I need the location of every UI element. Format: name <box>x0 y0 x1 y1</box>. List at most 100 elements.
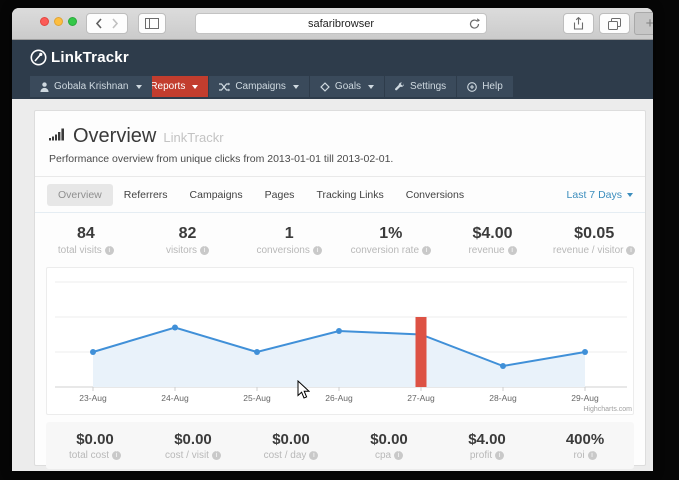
stat-roi: 400% roi <box>536 431 634 461</box>
stat-label: revenue <box>442 245 544 256</box>
zoom-window-button[interactable] <box>68 17 77 26</box>
tab-pages[interactable]: Pages <box>254 184 306 206</box>
stat-value: 84 <box>35 225 137 243</box>
tabs-overview-icon <box>608 18 621 30</box>
address-bar[interactable]: safaribrowser <box>195 13 487 34</box>
stat-label: cpa <box>340 450 438 461</box>
stat-total-cost: $0.00 total cost <box>46 431 144 461</box>
chevron-down-icon <box>627 193 633 197</box>
stat-value: $0.00 <box>144 431 242 448</box>
bottom-stats-row: $0.00total cost $0.00cost / visit $0.00c… <box>46 422 634 469</box>
stat-total-visits: 84 total visits <box>35 225 137 256</box>
info-icon[interactable] <box>309 451 318 460</box>
stat-value: 1 <box>238 225 340 243</box>
stat-cost-visit: $0.00 cost / visit <box>144 431 242 461</box>
page-content: Overview LinkTrackr Performance overview… <box>12 102 653 471</box>
stat-label: cost / visit <box>144 450 242 461</box>
sidebar-toggle-button[interactable] <box>138 13 166 34</box>
stat-visitors: 82 visitors <box>137 225 239 256</box>
stat-label: roi <box>536 450 634 461</box>
svg-text:28-Aug: 28-Aug <box>489 393 517 403</box>
stat-cpa: $0.00 cpa <box>340 431 438 461</box>
stat-revenue-visitor: $0.05revenue / visitor <box>543 225 645 256</box>
svg-text:Highcharts.com: Highcharts.com <box>583 406 632 413</box>
stat-value: $0.00 <box>46 431 144 448</box>
share-icon <box>573 17 584 30</box>
stat-revenue: $4.00revenue <box>442 225 544 256</box>
reload-icon[interactable] <box>469 18 480 30</box>
overview-card: Overview LinkTrackr Performance overview… <box>34 110 646 466</box>
share-button[interactable] <box>563 13 594 34</box>
stat-value: $0.00 <box>340 431 438 448</box>
new-tab-button[interactable] <box>634 12 653 35</box>
stat-label: total visits <box>35 245 137 256</box>
info-icon[interactable] <box>394 451 403 460</box>
minimize-window-button[interactable] <box>54 17 63 26</box>
stat-label: profit <box>438 450 536 461</box>
top-stats-row: 84 total visits 82 visitors 1 conversions 1… <box>35 213 645 267</box>
stat-label: cost / day <box>242 450 340 461</box>
page-subtitle: Performance overview from unique clicks … <box>49 153 631 165</box>
stat-value: 82 <box>137 225 239 243</box>
stat-value: 400% <box>536 431 634 448</box>
svg-text:24-Aug: 24-Aug <box>161 393 189 403</box>
app-logo[interactable]: LinkTrackr <box>30 49 129 66</box>
info-icon[interactable] <box>508 246 517 255</box>
stat-conversions: 1 conversions <box>238 225 340 256</box>
user-menu[interactable]: Gobala Krishnan <box>30 76 152 97</box>
forward-icon[interactable] <box>111 18 119 29</box>
mouse-cursor <box>297 380 310 399</box>
stat-value: $0.05 <box>543 225 645 243</box>
info-icon[interactable] <box>495 451 504 460</box>
stat-label: conversion rate <box>340 245 442 256</box>
window-controls <box>40 17 77 26</box>
svg-text:27-Aug: 27-Aug <box>407 393 435 403</box>
screenshot-frame: safaribrowser LinkTrackr LinkTrackr <box>0 0 679 480</box>
tab-campaigns[interactable]: Campaigns <box>179 184 254 206</box>
stat-cost-day: $0.00 cost / day <box>242 431 340 461</box>
info-icon[interactable] <box>200 246 209 255</box>
report-tabs: Overview Referrers Campaigns Pages Track… <box>35 177 645 213</box>
tab-conversions[interactable]: Conversions <box>395 184 475 206</box>
address-bar-text: safaribrowser <box>308 18 374 30</box>
svg-text:26-Aug: 26-Aug <box>325 393 353 403</box>
back-icon[interactable] <box>95 18 103 29</box>
info-icon[interactable] <box>588 451 597 460</box>
browser-titlebar: safaribrowser <box>12 8 653 40</box>
chevron-down-icon <box>136 85 142 89</box>
date-range-dropdown[interactable]: Last 7 Days <box>567 189 633 201</box>
info-icon[interactable] <box>112 451 121 460</box>
svg-text:29-Aug: 29-Aug <box>571 393 599 403</box>
user-name: Gobala Krishnan <box>54 81 129 92</box>
visits-chart-panel: 23-Aug24-Aug25-Aug26-Aug27-Aug28-Aug29-A… <box>46 267 634 415</box>
user-icon <box>40 82 49 92</box>
stat-label: total cost <box>46 450 144 461</box>
info-icon[interactable] <box>105 246 114 255</box>
info-icon[interactable] <box>626 246 635 255</box>
browser-window: safaribrowser LinkTrackr LinkTrackr <box>12 8 653 471</box>
page-header: Overview LinkTrackr Performance overview… <box>35 111 645 177</box>
stat-value: 1% <box>340 225 442 243</box>
user-nav: Gobala Krishnan <box>30 76 641 97</box>
tab-referrers[interactable]: Referrers <box>113 184 179 206</box>
tab-overview[interactable]: Overview <box>47 184 113 206</box>
stat-label: visitors <box>137 245 239 256</box>
linktrackr-logo-icon <box>30 49 47 66</box>
page-title: Overview <box>73 125 156 148</box>
sidebar-icon <box>145 18 159 29</box>
stat-value: $0.00 <box>242 431 340 448</box>
page-title-suffix: LinkTrackr <box>163 130 223 145</box>
stat-label: conversions <box>238 245 340 256</box>
show-tabs-button[interactable] <box>599 13 630 34</box>
visits-chart[interactable]: 23-Aug24-Aug25-Aug26-Aug27-Aug28-Aug29-A… <box>47 268 635 414</box>
report-bars-icon <box>49 127 66 142</box>
close-window-button[interactable] <box>40 17 49 26</box>
history-nav-buttons <box>86 13 128 34</box>
stat-value: $4.00 <box>438 431 536 448</box>
date-range-label: Last 7 Days <box>567 189 622 201</box>
info-icon[interactable] <box>212 451 221 460</box>
info-icon[interactable] <box>422 246 431 255</box>
tab-tracking-links[interactable]: Tracking Links <box>305 184 394 206</box>
info-icon[interactable] <box>313 246 322 255</box>
stat-conversion-rate: 1% conversion rate <box>340 225 442 256</box>
